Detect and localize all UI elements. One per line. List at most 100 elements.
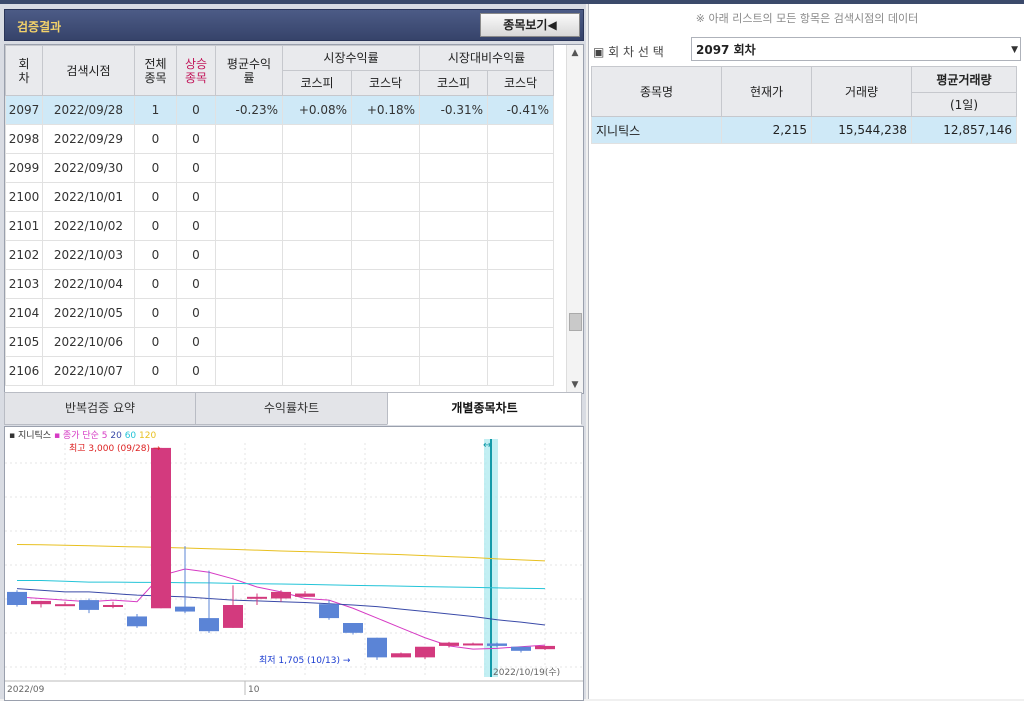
cell-rise[interactable]: 0: [176, 153, 216, 183]
col-avg-volume-sub[interactable]: (1일): [911, 92, 1017, 117]
cell-total[interactable]: 0: [134, 182, 177, 212]
tab-stock-chart[interactable]: 개별종목차트: [387, 392, 582, 425]
col-price[interactable]: 현재가: [721, 66, 812, 117]
cell-market-kosdaq[interactable]: [350, 211, 421, 241]
table-row[interactable]: 2100 2022/10/01 0 0: [5, 182, 555, 212]
tab-return-chart[interactable]: 수익률차트: [195, 392, 388, 425]
table-row[interactable]: 2099 2022/09/30 0 0: [5, 153, 555, 183]
col-avg-volume[interactable]: 평균거래량: [911, 66, 1017, 93]
cell-market-kospi[interactable]: [282, 356, 352, 386]
table-row[interactable]: 2103 2022/10/04 0 0: [5, 269, 555, 299]
cell-total[interactable]: 0: [134, 211, 177, 241]
cell-avg[interactable]: [215, 269, 283, 299]
col-round[interactable]: 회차: [5, 45, 43, 96]
cell-vs-kospi[interactable]: [419, 240, 489, 270]
cell-round[interactable]: 2100: [5, 182, 43, 212]
cell-total[interactable]: 0: [134, 269, 177, 299]
cell-total[interactable]: 0: [134, 124, 177, 154]
view-stocks-button[interactable]: 종목보기◀: [480, 13, 580, 37]
cell-vs-kosdaq[interactable]: [487, 269, 555, 299]
col-volume[interactable]: 거래량: [811, 66, 912, 117]
cell-rise[interactable]: 0: [176, 327, 216, 357]
scroll-thumb[interactable]: [569, 313, 582, 331]
cell-vs-kospi[interactable]: [419, 298, 489, 328]
cell-vs-kospi[interactable]: [419, 356, 489, 386]
cell-market-kospi[interactable]: [282, 153, 352, 183]
cell-vs-kosdaq[interactable]: -0.41%: [487, 95, 555, 125]
cell-vs-kospi[interactable]: -0.31%: [419, 95, 489, 125]
table-row[interactable]: 2106 2022/10/07 0 0: [5, 356, 555, 386]
table-row[interactable]: 2105 2022/10/06 0 0: [5, 327, 555, 357]
cell-market-kospi[interactable]: [282, 298, 352, 328]
cell-date[interactable]: 2022/09/28: [42, 95, 135, 125]
cell-market-kospi[interactable]: [282, 182, 352, 212]
cell-rise[interactable]: 0: [176, 124, 216, 154]
cell-market-kospi[interactable]: [282, 211, 352, 241]
cell-rise[interactable]: 0: [176, 240, 216, 270]
cursor-handle-icon[interactable]: ↔: [483, 440, 491, 451]
cell-date[interactable]: 2022/10/07: [42, 356, 135, 386]
cell-market-kospi[interactable]: [282, 124, 352, 154]
scroll-up-icon[interactable]: ▲: [567, 45, 583, 61]
cell-market-kospi[interactable]: [282, 327, 352, 357]
col-name[interactable]: 종목명: [591, 66, 722, 117]
cell-round[interactable]: 2102: [5, 240, 43, 270]
cell-date[interactable]: 2022/10/05: [42, 298, 135, 328]
cell-vs-kospi[interactable]: [419, 124, 489, 154]
col-market[interactable]: 시장수익률: [281, 45, 421, 71]
cell-vs-kosdaq[interactable]: [487, 240, 555, 270]
cell-total[interactable]: 0: [134, 153, 177, 183]
cell-market-kosdaq[interactable]: [350, 327, 421, 357]
cell-round[interactable]: 2105: [5, 327, 43, 357]
cell-vs-kospi[interactable]: [419, 153, 489, 183]
table-row[interactable]: 2101 2022/10/02 0 0: [5, 211, 555, 241]
cell-rise[interactable]: 0: [176, 269, 216, 299]
cell-avg[interactable]: [215, 356, 283, 386]
cell-round[interactable]: 2103: [5, 269, 43, 299]
cell-market-kospi[interactable]: +0.08%: [282, 95, 352, 125]
cell-avg[interactable]: [215, 211, 283, 241]
cell-date[interactable]: 2022/10/04: [42, 269, 135, 299]
table-row[interactable]: 2102 2022/10/03 0 0: [5, 240, 555, 270]
cell-rise[interactable]: 0: [176, 95, 216, 125]
cell-date[interactable]: 2022/10/03: [42, 240, 135, 270]
cell-avg-volume[interactable]: 12,857,146: [911, 116, 1017, 144]
stock-row[interactable]: 지니틱스 2,215 15,544,238 12,857,146: [591, 116, 1017, 144]
cell-rise[interactable]: 0: [176, 211, 216, 241]
col-market-kosdaq[interactable]: 코스닥: [350, 70, 421, 96]
cell-market-kosdaq[interactable]: [350, 124, 421, 154]
cell-market-kosdaq[interactable]: [350, 182, 421, 212]
cell-rise[interactable]: 0: [176, 182, 216, 212]
cell-avg[interactable]: [215, 182, 283, 212]
cell-avg[interactable]: [215, 240, 283, 270]
tab-summary[interactable]: 반복검증 요약: [4, 392, 196, 425]
cell-round[interactable]: 2098: [5, 124, 43, 154]
cell-avg[interactable]: [215, 298, 283, 328]
cell-total[interactable]: 0: [134, 240, 177, 270]
cell-rise[interactable]: 0: [176, 356, 216, 386]
cell-round[interactable]: 2097: [5, 95, 43, 125]
table-row[interactable]: 2097 2022/09/28 1 0 -0.23% +0.08% +0.18% -0.31%…: [5, 95, 555, 125]
cell-market-kosdaq[interactable]: +0.18%: [350, 95, 421, 125]
cell-avg[interactable]: [215, 124, 283, 154]
cell-total[interactable]: 1: [134, 95, 177, 125]
col-vs-kosdaq[interactable]: 코스닥: [487, 70, 555, 96]
cell-market-kosdaq[interactable]: [350, 240, 421, 270]
cell-vs-kosdaq[interactable]: [487, 327, 555, 357]
cell-market-kosdaq[interactable]: [350, 153, 421, 183]
stock-chart[interactable]: ↔ ▪ 지니틱스 ▪ 종가 단순 5 20 60 120 최고 3,000 (09…: [4, 426, 584, 701]
cell-volume[interactable]: 15,544,238: [811, 116, 912, 144]
cell-rise[interactable]: 0: [176, 298, 216, 328]
cell-avg[interactable]: [215, 327, 283, 357]
grid-scrollbar[interactable]: ▲ ▼: [566, 45, 583, 393]
cell-vs-kospi[interactable]: [419, 327, 489, 357]
cell-vs-kospi[interactable]: [419, 182, 489, 212]
table-row[interactable]: 2104 2022/10/05 0 0: [5, 298, 555, 328]
cell-avg[interactable]: [215, 153, 283, 183]
cell-name[interactable]: 지니틱스: [591, 116, 722, 144]
cell-date[interactable]: 2022/10/02: [42, 211, 135, 241]
cell-round[interactable]: 2099: [5, 153, 43, 183]
round-select[interactable]: 2097 회차 ▼: [691, 37, 1021, 61]
col-rise[interactable]: 상승종목: [176, 45, 216, 96]
cell-vs-kosdaq[interactable]: [487, 182, 555, 212]
